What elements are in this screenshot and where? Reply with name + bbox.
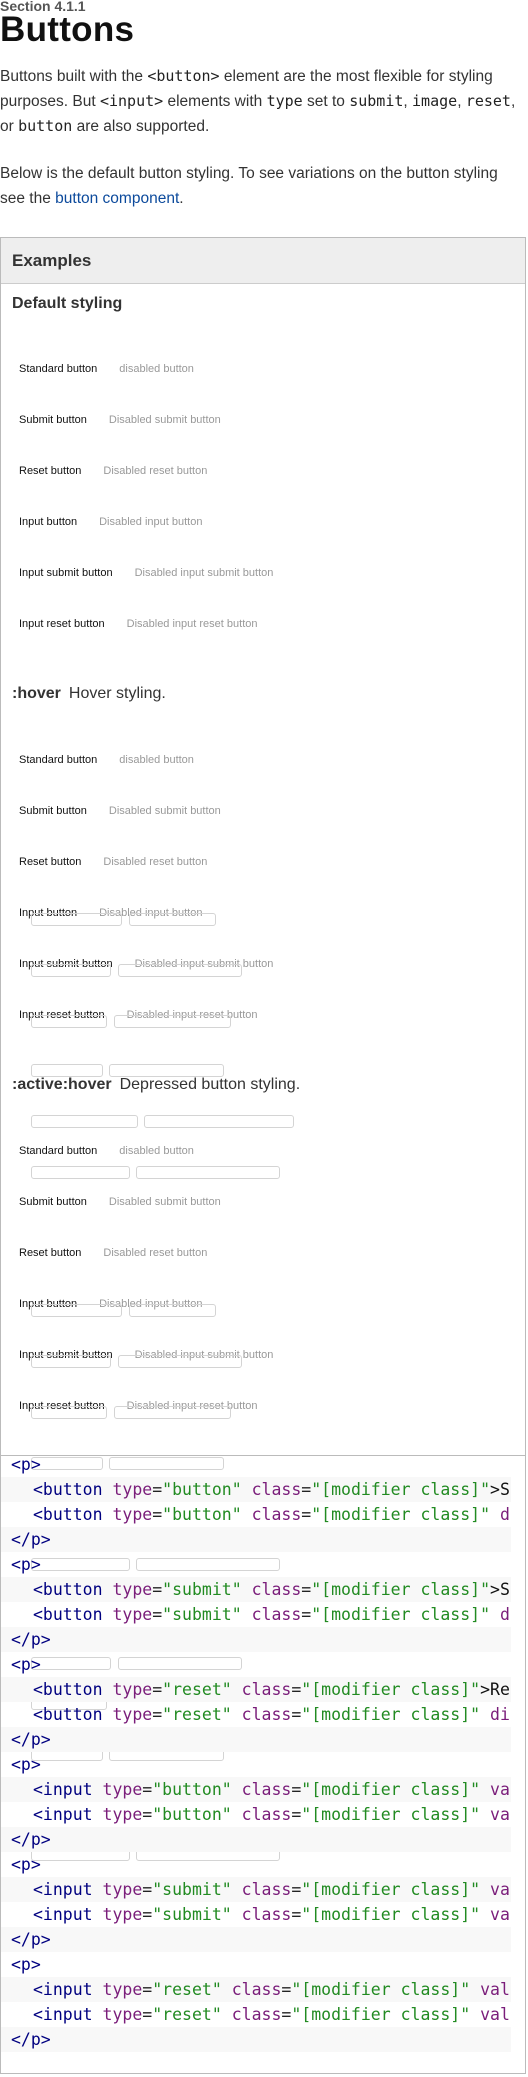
active-hover-heading: :active:hover Depressed button styling. [12,1076,301,1093]
code-line: <p> [11,1855,41,1874]
button-component-link[interactable]: button component [55,190,179,207]
code-line: <button type="submit" class="[modifier c… [33,1605,510,1624]
examples-header: Examples [1,238,525,284]
hover-disabled-reset-button: Disabled reset button [103,856,208,868]
code-line: <p> [11,1955,41,1974]
button-outline [31,1115,138,1128]
code-line: </p> [1,1927,511,1952]
code-line: <input type="reset" class="[modifier cla… [33,2005,510,2024]
button-outline [31,1015,107,1028]
button-row: Input button Disabled input button [19,516,202,528]
button-outline [144,1115,294,1128]
button-row: Submit button Disabled submit button [19,414,221,426]
standard-button[interactable]: Standard button [19,363,97,375]
hover-submit-button[interactable]: Submit button [19,805,87,817]
button-outline [31,1355,111,1368]
button-row: Standard button disabled button [19,1145,194,1157]
intro-text: Buttons built with the <button> element … [0,64,520,233]
page-title: Buttons [0,10,135,49]
code-line: </p> [1,1727,511,1752]
button-row: Input reset button Disabled input reset b… [19,618,258,630]
disabled-input-submit-button: Disabled input submit button [134,567,274,579]
input-reset-button[interactable]: Input reset button [19,618,105,630]
active-reset-button[interactable]: Reset button [19,1247,81,1259]
code-line: </p> [1,1627,511,1652]
submit-button[interactable]: Submit button [19,414,87,426]
disabled-submit-button: Disabled submit button [108,414,221,426]
input-button[interactable]: Input button [19,516,77,528]
intro-paragraph-2: Below is the default button styling. To … [0,165,498,207]
code-line: <p> [11,1555,41,1574]
button-outline [118,964,242,977]
code-line: <button type="button" class="[modifier c… [33,1505,510,1524]
button-row: Standard button disabled button [19,754,194,766]
button-outline [129,913,216,926]
disabled-reset-button: Disabled reset button [103,465,208,477]
button-outline [31,1406,107,1419]
button-outline [129,1304,216,1317]
button-row: Submit button Disabled submit button [19,805,221,817]
hover-disabled-submit-button: Disabled submit button [108,805,221,817]
active-disabled-button: disabled button [119,1145,194,1157]
disabled-button: disabled button [119,363,194,375]
active-disabled-submit-button: Disabled submit button [108,1196,221,1208]
button-row: Reset button Disabled reset button [19,465,207,477]
code-line: <input type="button" class="[modifier cl… [33,1805,510,1824]
default-styling-heading: Default styling [12,295,123,312]
button-outline [114,1015,231,1028]
button-row: Reset button Disabled reset button [19,1247,207,1259]
button-row: Reset button Disabled reset button [19,856,207,868]
code-line: <button type="submit" class="[modifier c… [1,1577,511,1602]
button-row: Input submit button Disabled input submit… [19,567,273,579]
reset-button[interactable]: Reset button [19,465,81,477]
code-line: <p> [11,1455,41,1474]
hover-disabled-button: disabled button [119,754,194,766]
code-line: <input type="submit" class="[modifier cl… [33,1905,510,1924]
hover-reset-button[interactable]: Reset button [19,856,81,868]
code-line: <p> [11,1655,41,1674]
hover-heading: :hover Hover styling. [12,685,166,702]
button-outline [31,913,122,926]
button-outline [31,1304,122,1317]
code-line: </p> [1,1527,511,1552]
disabled-input-reset-button: Disabled input reset button [126,618,258,630]
code-line: <input type="reset" class="[modifier cla… [1,1977,511,2002]
button-row: Standard button disabled button [19,363,194,375]
disabled-input-button: Disabled input button [99,516,203,528]
code-line: <input type="submit" class="[modifier cl… [1,1877,511,1902]
active-disabled-reset-button: Disabled reset button [103,1247,208,1259]
button-outline [31,964,111,977]
code-line: <input type="button" class="[modifier cl… [1,1777,511,1802]
button-outline [31,1166,130,1179]
button-outline [118,1355,242,1368]
button-row: Submit button Disabled submit button [19,1196,221,1208]
button-outline [114,1406,231,1419]
code-line: </p> [1,1827,511,1852]
code-line: <p> [11,1755,41,1774]
active-submit-button[interactable]: Submit button [19,1196,87,1208]
intro-paragraph-1: Buttons built with the <button> element … [0,67,516,135]
active-standard-button[interactable]: Standard button [19,1145,97,1157]
examples-title: Examples [12,251,92,270]
code-example: <p> <button type="button" class="[modifi… [1,1452,511,2052]
input-submit-button[interactable]: Input submit button [19,567,113,579]
code-line: <button type="reset" class="[modifier cl… [1,1677,511,1702]
code-line: <button type="reset" class="[modifier cl… [33,1705,510,1724]
button-outline [136,1166,280,1179]
code-line: <button type="button" class="[modifier c… [1,1477,511,1502]
code-line: </p> [1,2027,511,2052]
hover-standard-button[interactable]: Standard button [19,754,97,766]
